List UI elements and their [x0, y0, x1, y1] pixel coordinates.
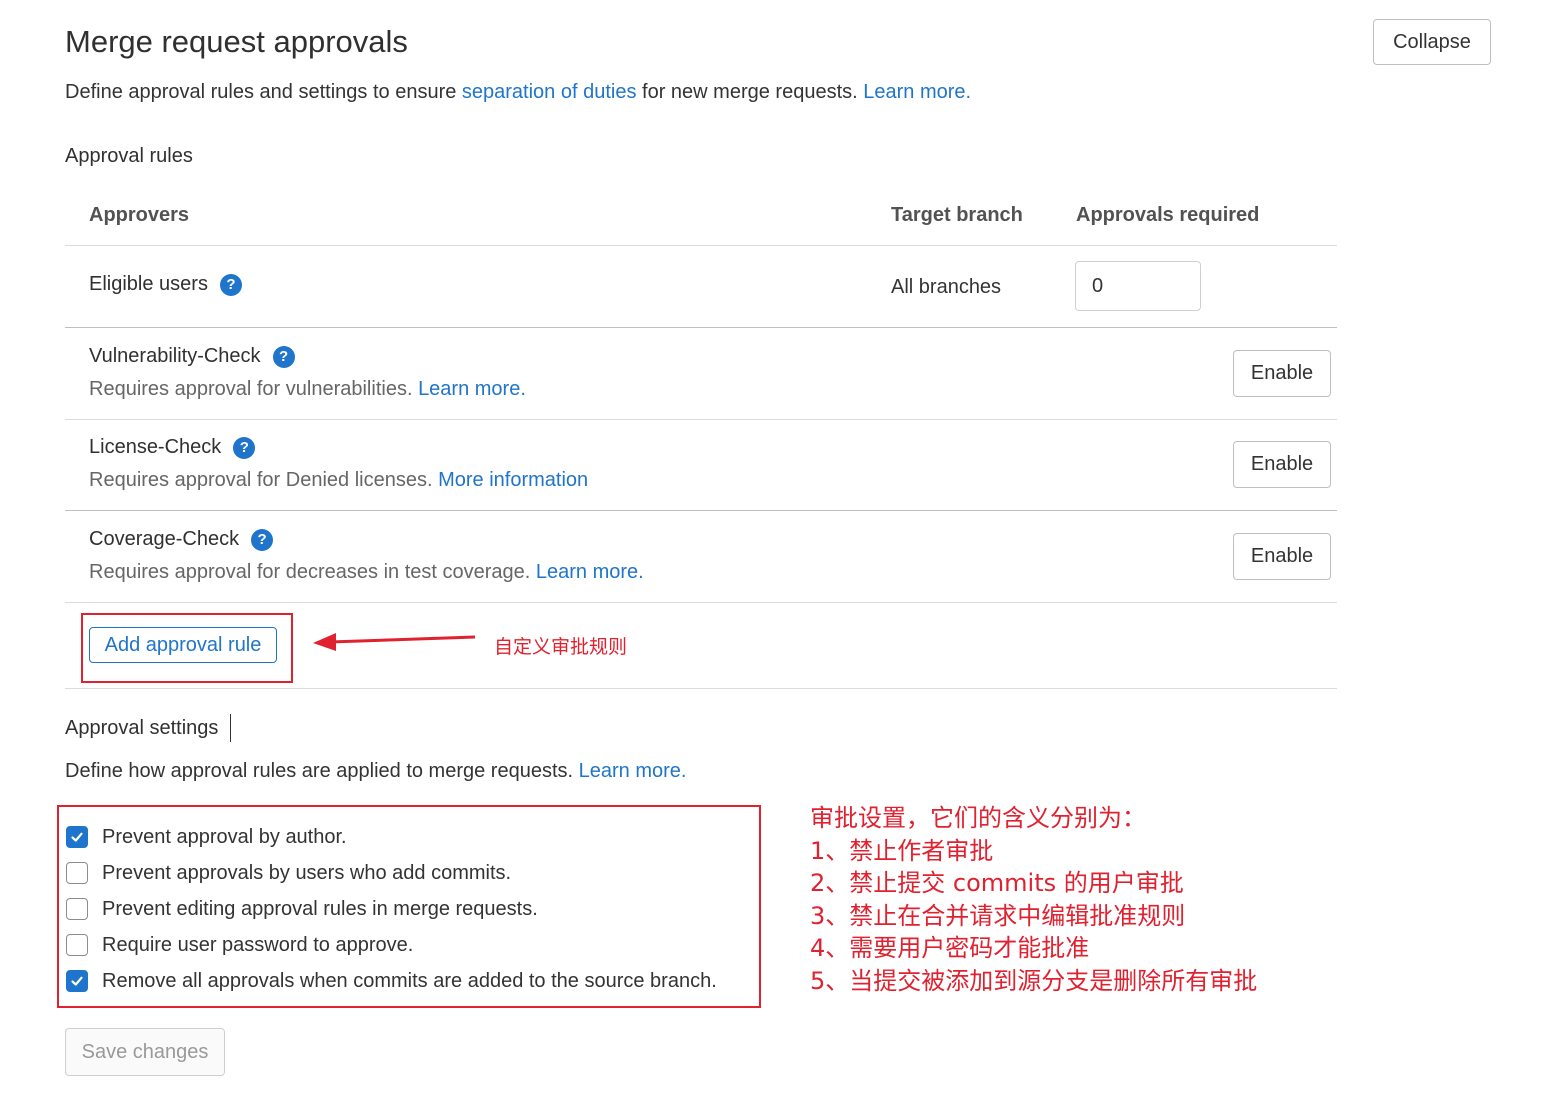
- option-label: Require user password to approve.: [102, 933, 414, 956]
- table-divider: [65, 510, 1337, 511]
- option-label: Prevent approvals by users who add commi…: [102, 861, 512, 884]
- approval-settings-heading: Approval settings: [65, 717, 219, 739]
- save-changes-button[interactable]: Save changes: [65, 1028, 225, 1076]
- rule-description-text: Requires approval for decreases in test …: [89, 561, 536, 583]
- checkbox-unchecked[interactable]: [66, 862, 88, 884]
- text-cursor: [230, 714, 231, 742]
- rule-description: Requires approval for Denied licenses. M…: [89, 469, 588, 492]
- target-branch-value: All branches: [891, 276, 1002, 298]
- column-header-approvers: Approvers: [89, 204, 190, 226]
- annotation-line: 1、禁止作者审批: [810, 836, 994, 865]
- enable-vulnerability-check-button[interactable]: Enable: [1233, 350, 1331, 397]
- table-divider: [65, 245, 1337, 246]
- table-divider: [65, 688, 1337, 689]
- annotation-arrow-icon: [313, 633, 476, 651]
- collapse-button[interactable]: Collapse: [1373, 19, 1491, 65]
- description-prefix: Define approval rules and settings to en…: [65, 81, 462, 103]
- enable-license-check-button[interactable]: Enable: [1233, 441, 1331, 488]
- rule-name-coverage-check: Coverage-Check ?: [89, 528, 274, 551]
- option-require-password[interactable]: Require user password to approve.: [66, 931, 717, 959]
- approval-settings-options: Prevent approval by author. Prevent appr…: [66, 823, 717, 995]
- check-icon: [71, 976, 83, 986]
- column-header-target-branch: Target branch: [891, 204, 1023, 226]
- option-label: Remove all approvals when commits are ad…: [102, 969, 717, 992]
- checkbox-unchecked[interactable]: [66, 898, 88, 920]
- checkbox-unchecked[interactable]: [66, 934, 88, 956]
- rule-name-license-check: License-Check ?: [89, 436, 256, 459]
- help-icon[interactable]: ?: [251, 528, 274, 551]
- check-icon: [71, 832, 83, 842]
- eligible-users-label: Eligible users: [89, 273, 208, 295]
- rule-name-label: License-Check: [89, 436, 222, 458]
- enable-coverage-check-button[interactable]: Enable: [1233, 533, 1331, 580]
- settings-description-text: Define how approval rules are applied to…: [65, 760, 579, 782]
- settings-annotation: 审批设置，它们的含义分别为： 1、禁止作者审批 2、禁止提交 commits 的…: [810, 802, 1257, 997]
- rule-name-vulnerability-check: Vulnerability-Check ?: [89, 345, 295, 368]
- rule-description: Requires approval for vulnerabilities. L…: [89, 378, 526, 401]
- table-divider: [65, 419, 1337, 420]
- annotation-line: 2、禁止提交 commits 的用户审批: [810, 869, 1184, 897]
- learn-more-link[interactable]: Learn more.: [579, 760, 687, 782]
- description-middle: for new merge requests.: [636, 81, 864, 103]
- annotation-line: 4、需要用户密码才能批准: [810, 934, 1090, 962]
- eligible-users-row: Eligible users ?: [89, 273, 242, 296]
- annotation-line: 审批设置，它们的含义分别为：: [810, 804, 1146, 832]
- annotation-line: 5、当提交被添加到源分支是删除所有审批: [810, 966, 1258, 995]
- help-icon[interactable]: ?: [272, 345, 295, 368]
- rule-description-text: Requires approval for vulnerabilities.: [89, 378, 419, 400]
- rule-name-label: Vulnerability-Check: [89, 345, 261, 367]
- more-information-link[interactable]: More information: [438, 469, 588, 491]
- option-prevent-approvals-by-committers[interactable]: Prevent approvals by users who add commi…: [66, 859, 717, 887]
- option-prevent-editing-rules[interactable]: Prevent editing approval rules in merge …: [66, 895, 717, 923]
- learn-more-link[interactable]: Learn more.: [536, 561, 644, 583]
- rule-name-label: Coverage-Check: [89, 528, 240, 550]
- page-description: Define approval rules and settings to en…: [65, 81, 971, 104]
- table-divider: [65, 602, 1337, 603]
- rule-description: Requires approval for decreases in test …: [89, 561, 644, 584]
- checkbox-checked[interactable]: [66, 826, 88, 848]
- add-approval-rule-button[interactable]: Add approval rule: [89, 627, 277, 663]
- help-icon[interactable]: ?: [233, 436, 256, 459]
- option-label: Prevent approval by author.: [102, 825, 347, 848]
- checkbox-checked[interactable]: [66, 970, 88, 992]
- option-prevent-approval-by-author[interactable]: Prevent approval by author.: [66, 823, 717, 851]
- separation-of-duties-link[interactable]: separation of duties: [462, 81, 637, 103]
- page-title: Merge request approvals: [65, 24, 408, 59]
- learn-more-link[interactable]: Learn more.: [863, 81, 971, 103]
- option-remove-approvals-on-commit[interactable]: Remove all approvals when commits are ad…: [66, 967, 717, 995]
- approval-rules-heading: Approval rules: [65, 145, 193, 167]
- column-header-approvals-required: Approvals required: [1076, 204, 1260, 226]
- approval-settings-description: Define how approval rules are applied to…: [65, 760, 686, 783]
- annotation-line: 3、禁止在合并请求中编辑批准规则: [810, 901, 1186, 930]
- option-label: Prevent editing approval rules in merge …: [102, 897, 538, 920]
- annotation-note: 自定义审批规则: [494, 636, 628, 658]
- learn-more-link[interactable]: Learn more.: [418, 378, 526, 400]
- table-divider: [65, 327, 1337, 328]
- help-icon[interactable]: ?: [219, 273, 242, 296]
- rule-description-text: Requires approval for Denied licenses.: [89, 469, 439, 491]
- approvals-required-input[interactable]: [1075, 261, 1201, 311]
